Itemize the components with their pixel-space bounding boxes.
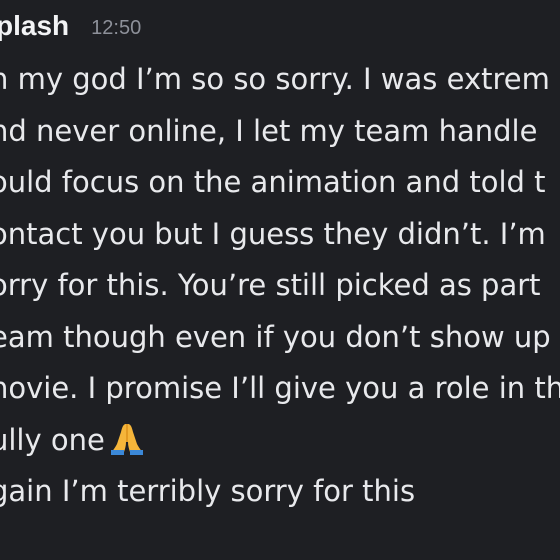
message-text: nd never online, I let my team handle (0, 113, 538, 148)
message-header: plash 12:50 (0, 0, 141, 52)
chat-message: plash 12:50 h my god I’m so so sorry. I … (0, 0, 560, 560)
message-line-8: ully one (0, 415, 560, 467)
message-line-9: gain I’m terribly sorry for this (0, 466, 560, 518)
message-line-7: novie. I promise I’ll give you a role in… (0, 363, 560, 415)
message-text: ully one (0, 422, 105, 457)
message-text: gain I’m terribly sorry for this (0, 474, 416, 508)
folded-hands-icon (109, 420, 145, 456)
message-line-3: ould focus on the animation and told t (0, 157, 560, 209)
username[interactable]: plash (0, 10, 69, 42)
message-line-6: eam though even if you don’t show up (0, 312, 560, 364)
message-text: ould focus on the animation and told t (0, 165, 546, 199)
message-text: orry for this. You’re still picked as pa… (0, 268, 541, 302)
message-line-5: orry for this. You’re still picked as pa… (0, 260, 560, 312)
message-line-4: ontact you but I guess they didn’t. I’m (0, 209, 560, 261)
message-body: h my god I’m so so sorry. I was extrem n… (0, 54, 560, 518)
message-text: novie. I promise I’ll give you a role in… (0, 371, 560, 405)
message-text: eam though even if you don’t show up (0, 319, 551, 354)
message-text: h my god I’m so so sorry. I was extrem (0, 62, 550, 96)
message-line-2: nd never online, I let my team handle (0, 106, 560, 158)
message-line-1: h my god I’m so so sorry. I was extrem (0, 54, 560, 106)
message-text: ontact you but I guess they didn’t. I’m (0, 216, 546, 251)
timestamp[interactable]: 12:50 (91, 17, 141, 40)
